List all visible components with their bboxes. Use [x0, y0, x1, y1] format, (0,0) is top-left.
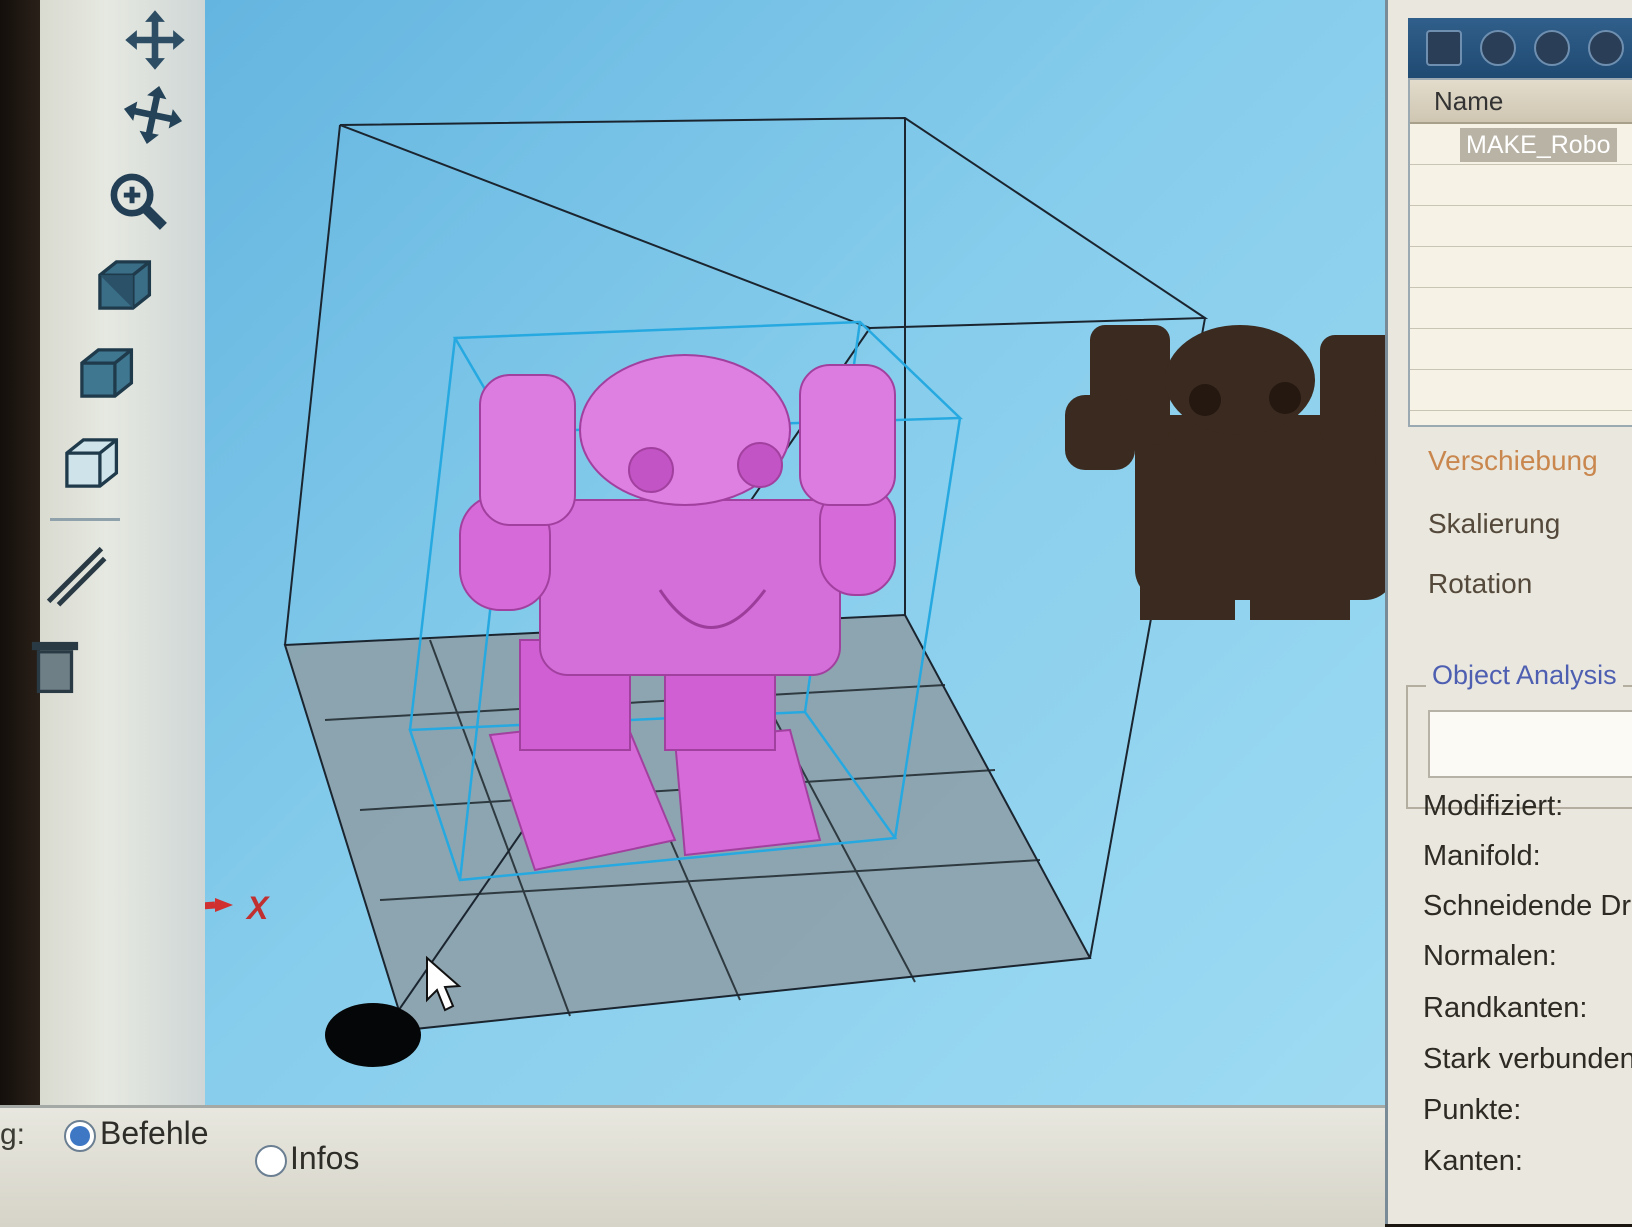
analysis-button[interactable] [1428, 710, 1632, 778]
add-icon[interactable] [1480, 30, 1516, 66]
line-icon[interactable] [40, 540, 110, 610]
axis-gizmo [205, 898, 233, 912]
zoom-icon[interactable] [102, 165, 172, 235]
stat-points: Punkte: [1423, 1094, 1522, 1126]
stat-manifold: Manifold: [1423, 840, 1541, 872]
origin-marker [325, 1003, 421, 1067]
move-icon[interactable] [120, 5, 190, 75]
view-toolbar [31, 0, 207, 1105]
view-iso-icon[interactable] [70, 338, 140, 408]
slice-preview [1065, 325, 1385, 620]
radio-commands-label[interactable]: Befehle [100, 1115, 209, 1152]
stat-border-edges: Randkanten: [1423, 992, 1588, 1024]
stat-modified: Modifiziert: [1423, 790, 1564, 822]
list-empty-row [1410, 370, 1632, 411]
view-front-icon[interactable] [88, 250, 158, 320]
remove-icon[interactable] [1534, 30, 1570, 66]
list-empty-row [1410, 165, 1632, 206]
list-empty-row [1410, 288, 1632, 329]
radio-infos[interactable] [255, 1145, 287, 1177]
tab-rotation[interactable]: Rotation [1428, 568, 1532, 600]
stat-highly-connected: Stark verbunden [1423, 1043, 1632, 1075]
object-list[interactable]: Name MAKE_Robo [1408, 78, 1632, 427]
properties-panel: Name MAKE_Robo Verschiebung Skalierung R… [1385, 0, 1632, 1224]
list-empty-row [1410, 206, 1632, 247]
save-icon[interactable] [1426, 30, 1462, 66]
copy-icon[interactable] [1588, 30, 1624, 66]
list-empty-row [1410, 247, 1632, 288]
list-header-name[interactable]: Name [1410, 80, 1632, 124]
tab-translation[interactable]: Verschiebung [1428, 445, 1598, 477]
analysis-title: Object Analysis [1426, 660, 1623, 691]
3d-viewport[interactable]: Z X [205, 0, 1385, 1195]
toolbar-divider [50, 518, 120, 521]
status-label: g: [0, 1118, 26, 1151]
axis-x-label: X [247, 890, 269, 926]
radio-commands[interactable] [64, 1120, 96, 1152]
radio-infos-label[interactable]: Infos [290, 1140, 359, 1177]
stat-edges: Kanten: [1423, 1145, 1523, 1177]
view-top-icon[interactable] [55, 428, 125, 498]
panel-toolbar [1408, 18, 1632, 78]
scene [205, 116, 1385, 1067]
list-item[interactable]: MAKE_Robo [1410, 124, 1632, 165]
tab-scaling[interactable]: Skalierung [1428, 508, 1560, 540]
trash-icon[interactable] [20, 630, 90, 700]
list-item-label: MAKE_Robo [1460, 128, 1617, 162]
pan-icon[interactable] [118, 80, 188, 150]
stat-intersecting: Schneidende Dre [1423, 890, 1632, 922]
stat-normals: Normalen: [1423, 940, 1557, 972]
list-empty-row [1410, 329, 1632, 370]
